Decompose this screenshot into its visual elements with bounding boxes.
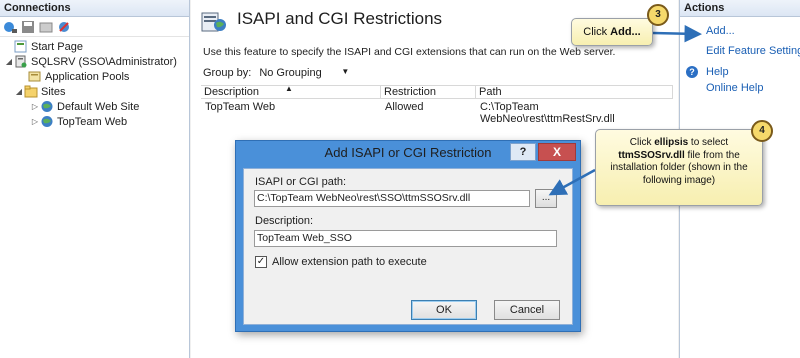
server-icon <box>14 55 28 68</box>
help-link[interactable]: Help <box>706 66 729 78</box>
callout-line: installation folder (shown in the <box>610 162 748 173</box>
group-by-label: Group by: <box>203 67 252 79</box>
tree-item-start-page[interactable]: Start Page <box>0 39 189 54</box>
connections-pane: Connections Start Page ◢ SQLSRV (SSO\Adm… <box>0 0 190 358</box>
feature-description: Use this feature to specify the ISAPI an… <box>203 46 616 58</box>
app-pools-icon <box>28 70 42 83</box>
edit-feature-settings-link[interactable]: Edit Feature Settings... <box>706 45 800 57</box>
sort-ascending-icon: ▲ <box>285 84 293 93</box>
callout-bold-text: ellipsis <box>654 137 689 148</box>
dialog-help-button[interactable]: ? <box>510 143 536 161</box>
callout-step3: Click Add... <box>571 18 653 46</box>
group-by-select[interactable]: No Grouping ▼ <box>259 67 349 79</box>
sites-folder-icon <box>24 85 38 98</box>
tree-item-sites[interactable]: ◢ Sites <box>0 84 189 99</box>
tree-item-topteam-web[interactable]: ▷ TopTeam Web <box>0 114 189 129</box>
callout-bold-text: ttmSSOSrv.dll <box>618 149 685 161</box>
connections-toolbar <box>0 17 189 37</box>
description-label: Description: <box>255 215 314 227</box>
cell-restriction: Allowed <box>385 101 424 113</box>
tree-item-label: Start Page <box>31 40 83 53</box>
disconnect-icon[interactable] <box>57 20 71 34</box>
column-label: Description <box>204 86 260 98</box>
dialog-close-button[interactable]: X <box>538 143 576 161</box>
globe-icon <box>40 100 54 113</box>
callout-step4: Click ellipsis to select ttmSSOSrv.dll f… <box>595 129 763 206</box>
allow-execute-checkbox[interactable]: ✓ <box>255 256 267 268</box>
column-label: Restriction <box>384 86 436 98</box>
column-label: Path <box>479 86 502 98</box>
isapi-cgi-icon <box>201 8 227 34</box>
connect-icon[interactable] <box>3 20 17 34</box>
tree-item-label: SQLSRV (SSO\Administrator) <box>31 55 177 68</box>
table-row[interactable]: TopTeam Web Allowed C:\TopTeam WebNeo\re… <box>201 101 673 125</box>
add-action-link[interactable]: Add... <box>706 25 735 37</box>
expanded-arrow-icon[interactable]: ◢ <box>4 57 14 66</box>
column-header-description[interactable]: Description ▲ <box>201 84 381 98</box>
callout-bold-text: Add... <box>610 26 641 38</box>
tree-item-label: TopTeam Web <box>57 115 128 128</box>
callout-text: to select <box>688 137 729 148</box>
callout-line: ttmSSOSrv.dll file from the <box>596 150 762 163</box>
callout-line: Click ellipsis to select <box>596 137 762 150</box>
help-icon: ? <box>686 66 698 78</box>
step-badge-4: 4 <box>751 120 773 142</box>
actions-header: Actions <box>680 0 800 17</box>
tree-item-label: Application Pools <box>45 70 130 83</box>
callout-line: following image) <box>642 174 716 186</box>
restrictions-table: Description ▲ Restriction Path TopTeam W… <box>201 84 673 125</box>
dropdown-arrow-icon: ▼ <box>341 67 350 76</box>
callout-text: Click <box>629 137 655 148</box>
up-level-icon[interactable] <box>39 20 53 34</box>
connections-header: Connections <box>0 0 189 17</box>
save-icon[interactable] <box>21 20 35 34</box>
callout-text: Click <box>583 26 611 38</box>
callout-text: file from the <box>684 149 740 161</box>
path-input[interactable]: C:\TopTeam WebNeo\rest\SSO\ttmSSOSrv.dll <box>254 190 530 207</box>
description-input[interactable]: TopTeam Web_SSO <box>254 230 557 247</box>
connections-tree: Start Page ◢ SQLSRV (SSO\Administrator) … <box>0 37 189 129</box>
tree-item-label: Sites <box>41 85 66 98</box>
page-title: ISAPI and CGI Restrictions <box>237 9 443 28</box>
table-header: Description ▲ Restriction Path <box>201 84 673 99</box>
tree-item-label: Default Web Site <box>57 100 140 113</box>
cell-path: C:\TopTeam WebNeo\rest\ttmRestSrv.dll <box>480 101 615 125</box>
start-page-icon <box>14 40 28 53</box>
ok-button[interactable]: OK <box>411 300 477 320</box>
column-header-path[interactable]: Path <box>476 86 673 98</box>
tree-item-server[interactable]: ◢ SQLSRV (SSO\Administrator) <box>0 54 189 69</box>
step-badge-3: 3 <box>647 4 669 26</box>
cancel-button[interactable]: Cancel <box>494 300 560 320</box>
collapsed-arrow-icon[interactable]: ▷ <box>30 102 40 111</box>
dialog-body: ISAPI or CGI path: C:\TopTeam WebNeo\res… <box>243 168 573 325</box>
tree-item-default-web-site[interactable]: ▷ Default Web Site <box>0 99 189 114</box>
cell-description: TopTeam Web <box>205 101 276 113</box>
expanded-arrow-icon[interactable]: ◢ <box>14 87 24 96</box>
globe-icon <box>40 115 54 128</box>
online-help-link[interactable]: Online Help <box>706 82 763 94</box>
tree-item-app-pools[interactable]: Application Pools <box>0 69 189 84</box>
add-restriction-dialog: Add ISAPI or CGI Restriction ? X ISAPI o… <box>235 140 581 332</box>
allow-execute-label: Allow extension path to execute <box>272 256 427 268</box>
path-label: ISAPI or CGI path: <box>255 176 347 188</box>
collapsed-arrow-icon[interactable]: ▷ <box>30 117 40 126</box>
browse-ellipsis-button[interactable]: ... <box>535 189 557 208</box>
group-by-value: No Grouping <box>259 67 322 79</box>
group-by: Group by: No Grouping ▼ <box>203 67 349 79</box>
column-header-restriction[interactable]: Restriction <box>381 86 476 98</box>
